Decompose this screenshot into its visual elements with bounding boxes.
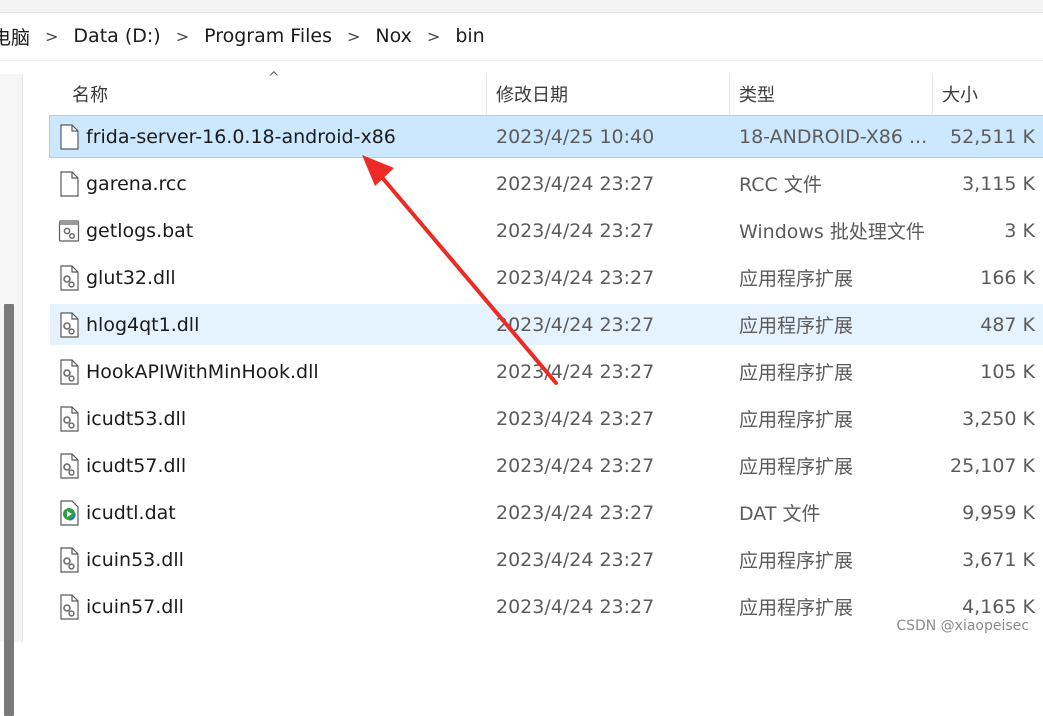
file-type: Windows 批处理文件 bbox=[739, 221, 925, 243]
watermark: CSDN @xiaopeisec bbox=[896, 618, 1029, 634]
file-row[interactable]: icuin57.dll 2023/4/24 23:27 应用程序扩展 4,165… bbox=[50, 586, 1043, 627]
file-date: 2023/4/24 23:27 bbox=[496, 266, 655, 289]
breadcrumb-nox[interactable]: Nox bbox=[373, 25, 414, 47]
file-size: 487 K bbox=[980, 313, 1035, 336]
blank-file-icon bbox=[58, 123, 80, 150]
navigation-pane[interactable] bbox=[0, 74, 23, 716]
breadcrumb-bin[interactable]: bin bbox=[453, 25, 486, 47]
column-header-name[interactable]: 名称 ^ bbox=[50, 70, 487, 114]
file-size: 25,107 K bbox=[950, 454, 1035, 477]
batch-file-icon bbox=[58, 218, 80, 244]
breadcrumb-program-files[interactable]: Program Files bbox=[202, 25, 334, 47]
blank-file-icon bbox=[58, 170, 80, 197]
file-row[interactable]: icuin53.dll 2023/4/24 23:27 应用程序扩展 3,671… bbox=[50, 539, 1043, 580]
dll-file-icon bbox=[58, 452, 80, 479]
dll-file-icon bbox=[58, 405, 80, 432]
column-header-row: 名称 ^ 修改日期 类型 大小 bbox=[50, 70, 1043, 114]
column-header-size[interactable]: 大小 bbox=[933, 74, 1043, 114]
file-size: 52,511 K bbox=[950, 125, 1035, 148]
breadcrumb-this-pc[interactable]: 电脑 bbox=[0, 23, 32, 50]
file-date: 2023/4/24 23:27 bbox=[496, 548, 655, 571]
file-row[interactable]: icudt53.dll 2023/4/24 23:27 应用程序扩展 3,250… bbox=[50, 398, 1043, 439]
file-size: 3,250 K bbox=[962, 407, 1035, 430]
file-name: HookAPIWithMinHook.dll bbox=[86, 360, 319, 383]
file-type: 应用程序扩展 bbox=[739, 456, 854, 478]
file-type: RCC 文件 bbox=[739, 174, 822, 196]
file-date: 2023/4/24 23:27 bbox=[496, 454, 655, 477]
chevron-right-icon[interactable]: > bbox=[414, 27, 453, 46]
file-name: icuin53.dll bbox=[86, 548, 184, 571]
file-name: icudt53.dll bbox=[86, 407, 187, 430]
file-row[interactable]: icudtl.dat 2023/4/24 23:27 DAT 文件 9,959 … bbox=[50, 492, 1043, 533]
file-name: icuin57.dll bbox=[86, 595, 184, 618]
column-header-modified-label: 修改日期 bbox=[496, 85, 568, 106]
file-row[interactable]: frida-server-16.0.18-android-x86 2023/4/… bbox=[49, 115, 1043, 158]
file-date: 2023/4/24 23:27 bbox=[496, 595, 655, 618]
file-row[interactable]: glut32.dll 2023/4/24 23:27 应用程序扩展 166 K bbox=[50, 257, 1043, 298]
file-size: 3,671 K bbox=[962, 548, 1035, 571]
breadcrumb-data-drive[interactable]: Data (D:) bbox=[71, 25, 162, 47]
dll-file-icon bbox=[58, 593, 80, 620]
file-type: DAT 文件 bbox=[739, 503, 821, 525]
dll-file-icon bbox=[58, 264, 80, 291]
file-size: 105 K bbox=[980, 360, 1035, 383]
file-type: 应用程序扩展 bbox=[739, 362, 854, 384]
chevron-right-icon[interactable]: > bbox=[163, 27, 202, 46]
file-date: 2023/4/24 23:27 bbox=[496, 219, 655, 242]
file-name: frida-server-16.0.18-android-x86 bbox=[86, 125, 396, 148]
file-date: 2023/4/24 23:27 bbox=[496, 172, 655, 195]
column-header-type-label: 类型 bbox=[739, 85, 775, 106]
file-type: 应用程序扩展 bbox=[739, 550, 854, 572]
dll-file-icon bbox=[58, 358, 80, 385]
dll-file-icon bbox=[58, 311, 80, 338]
file-row[interactable]: hlog4qt1.dll 2023/4/24 23:27 应用程序扩展 487 … bbox=[50, 304, 1043, 345]
file-name: icudt57.dll bbox=[86, 454, 187, 477]
file-name: glut32.dll bbox=[86, 266, 176, 289]
navigation-scrollbar[interactable] bbox=[4, 304, 14, 716]
media-file-icon bbox=[58, 499, 80, 526]
file-name: hlog4qt1.dll bbox=[86, 313, 200, 336]
column-header-modified[interactable]: 修改日期 bbox=[487, 74, 730, 114]
file-name: icudtl.dat bbox=[86, 501, 176, 524]
file-size: 3 K bbox=[1004, 219, 1035, 242]
file-type: 应用程序扩展 bbox=[739, 315, 854, 337]
file-type: 应用程序扩展 bbox=[739, 597, 854, 619]
sort-ascending-icon: ^ bbox=[268, 70, 280, 86]
column-header-type[interactable]: 类型 bbox=[730, 74, 933, 114]
file-type: 应用程序扩展 bbox=[739, 268, 854, 290]
file-name: getlogs.bat bbox=[86, 219, 194, 242]
file-size: 166 K bbox=[980, 266, 1035, 289]
file-date: 2023/4/24 23:27 bbox=[496, 407, 655, 430]
file-date: 2023/4/24 23:27 bbox=[496, 501, 655, 524]
file-size: 9,959 K bbox=[962, 501, 1035, 524]
file-size: 3,115 K bbox=[962, 172, 1035, 195]
chevron-right-icon[interactable]: > bbox=[32, 27, 71, 46]
column-header-name-label: 名称 bbox=[72, 85, 108, 106]
file-name: garena.rcc bbox=[86, 172, 187, 195]
file-list: frida-server-16.0.18-android-x86 2023/4/… bbox=[49, 115, 1043, 633]
file-type: 18-ANDROID-X86 ... bbox=[739, 125, 928, 148]
file-row[interactable]: garena.rcc 2023/4/24 23:27 RCC 文件 3,115 … bbox=[50, 163, 1043, 204]
column-header-size-label: 大小 bbox=[942, 85, 978, 106]
file-row[interactable]: HookAPIWithMinHook.dll 2023/4/24 23:27 应… bbox=[50, 351, 1043, 392]
file-date: 2023/4/24 23:27 bbox=[496, 313, 655, 336]
file-row[interactable]: icudt57.dll 2023/4/24 23:27 应用程序扩展 25,10… bbox=[50, 445, 1043, 486]
breadcrumb[interactable]: 电脑 > Data (D:) > Program Files > Nox > b… bbox=[0, 12, 1043, 61]
file-date: 2023/4/24 23:27 bbox=[496, 360, 655, 383]
file-row[interactable]: getlogs.bat 2023/4/24 23:27 Windows 批处理文… bbox=[50, 210, 1043, 251]
file-date: 2023/4/25 10:40 bbox=[496, 125, 655, 148]
file-type: 应用程序扩展 bbox=[739, 409, 854, 431]
dll-file-icon bbox=[58, 546, 80, 573]
chevron-right-icon[interactable]: > bbox=[334, 27, 373, 46]
